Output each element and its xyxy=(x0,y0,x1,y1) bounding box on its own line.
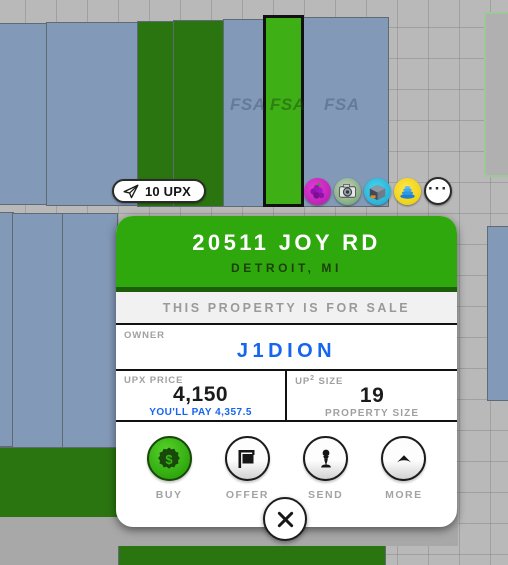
owner-row: OWNER J1DION xyxy=(116,325,457,372)
size-stat: UP2 SIZE 19 PROPERTY SIZE xyxy=(287,371,457,420)
close-button[interactable] xyxy=(263,497,307,541)
more-button[interactable]: MORE xyxy=(365,436,443,501)
map-badge-cluster[interactable]: ··· xyxy=(304,177,452,205)
offer-label: OFFER xyxy=(225,489,269,502)
map-more-menu-button[interactable]: ··· xyxy=(424,177,452,205)
send-button[interactable]: SEND xyxy=(287,436,365,501)
status-badge: THIS PROPERTY IS FOR SALE xyxy=(116,292,457,326)
owner-name[interactable]: J1DION xyxy=(124,340,449,363)
x-icon xyxy=(276,510,295,529)
buy-label: BUY xyxy=(155,489,183,502)
chess-pawn-icon xyxy=(303,436,349,482)
map-parcel-outline[interactable] xyxy=(484,12,508,177)
map-parcel[interactable] xyxy=(62,213,118,449)
price-you-will-pay: YOU'LL PAY 4,357.5 xyxy=(149,407,252,419)
triangle-up-icon xyxy=(381,436,427,482)
parcel-label: FSA xyxy=(324,95,360,114)
map-parcel[interactable] xyxy=(12,213,64,448)
size-sub: PROPERTY SIZE xyxy=(325,408,420,420)
property-location: DETROIT, MI xyxy=(231,261,342,276)
box-badge-icon[interactable] xyxy=(364,177,391,205)
price-value: 4,150 xyxy=(173,383,229,407)
map-parcel[interactable] xyxy=(118,545,386,565)
property-card: 20511 JOY RD DETROIT, MI THIS PROPERTY I… xyxy=(116,216,457,528)
map-parcel[interactable] xyxy=(487,226,508,401)
stats-row: UPX PRICE 4,150 YOU'LL PAY 4,357.5 UP2 S… xyxy=(116,371,457,423)
map-road xyxy=(0,517,118,565)
stack-badge-icon[interactable] xyxy=(394,177,421,205)
page-title: 20511 JOY RD xyxy=(192,230,381,255)
send-label: SEND xyxy=(308,489,344,502)
map-parcel[interactable] xyxy=(0,447,118,518)
svg-text:$: $ xyxy=(166,452,174,467)
berry-badge-icon[interactable] xyxy=(304,177,331,205)
paper-plane-icon xyxy=(123,184,139,199)
offer-button[interactable]: OFFER xyxy=(208,436,286,501)
size-value: 19 xyxy=(359,384,385,408)
upx-balance-pill[interactable]: 10 UPX xyxy=(112,179,207,203)
buy-button[interactable]: $ BUY xyxy=(130,436,208,501)
property-card-header: 20511 JOY RD DETROIT, MI xyxy=(116,216,457,293)
upx-balance-label: 10 UPX xyxy=(145,183,192,199)
map-parcel[interactable] xyxy=(0,23,48,205)
app-root: FSA FSA FSA 10 UPX ··· 20511 JOY RD DETR… xyxy=(0,0,508,565)
for-sale-sign-icon xyxy=(224,436,270,482)
price-stat: UPX PRICE 4,150 YOU'LL PAY 4,357.5 xyxy=(116,371,288,421)
dollar-badge-icon: $ xyxy=(146,436,192,482)
parcel-label: FSA xyxy=(230,95,266,114)
more-label: MORE xyxy=(385,489,423,502)
parcel-label: FSA xyxy=(270,95,306,114)
camera-badge-icon[interactable] xyxy=(334,177,361,205)
